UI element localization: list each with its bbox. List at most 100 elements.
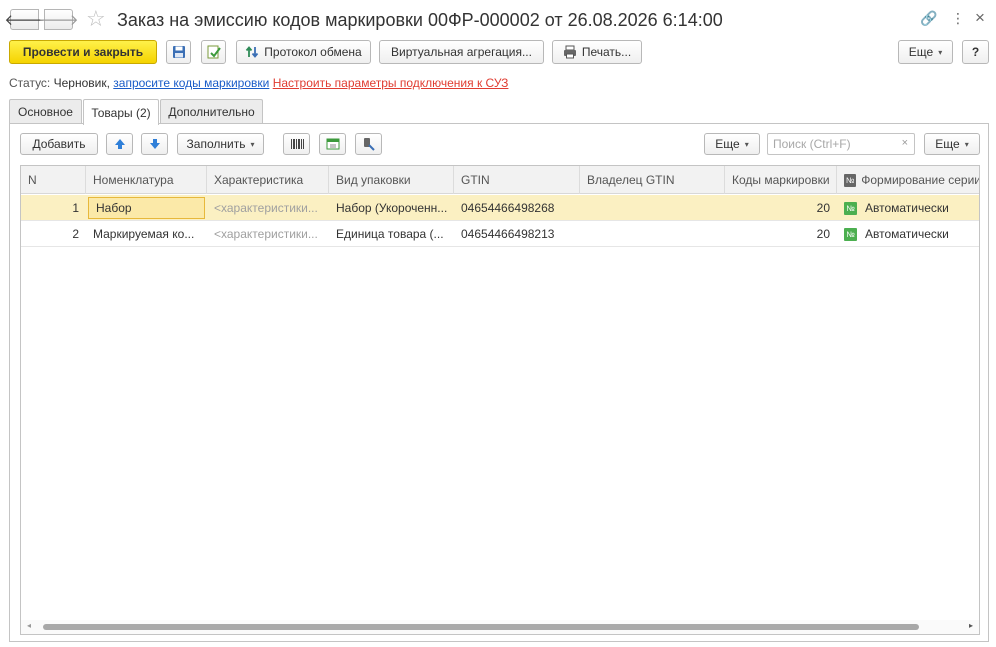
arrow-up-icon	[114, 139, 125, 149]
panel-more-button[interactable]: Еще ▾	[704, 133, 760, 155]
back-button[interactable]: 🡐	[4, 9, 45, 30]
add-label: Добавить	[32, 137, 86, 151]
virtual-aggregation-button[interactable]: Виртуальная агрегация...	[379, 40, 544, 64]
exchange-log-button[interactable]: Протокол обмена	[236, 40, 371, 64]
scanner-button[interactable]	[355, 133, 382, 155]
tab-additional[interactable]: Дополнительно	[160, 99, 263, 124]
cell-gtin[interactable]: 04654466498268	[454, 195, 580, 221]
tab-additional-label: Дополнительно	[168, 105, 255, 119]
column-header-gtin-owner[interactable]: Владелец GTIN	[580, 166, 725, 194]
exchange-icon	[246, 46, 259, 58]
help-button[interactable]: ?	[962, 40, 989, 64]
column-header-characteristic[interactable]: Характеристика	[207, 166, 329, 194]
close-icon[interactable]: ×	[975, 8, 985, 28]
cell-gtin-owner[interactable]	[580, 195, 725, 221]
arrow-right-icon: 🡒	[38, 12, 79, 29]
dropdown-caret-icon: ▾	[744, 139, 749, 149]
more-button[interactable]: Еще ▾	[898, 40, 953, 64]
goods-table: N Номенклатура Характеристика Вид упаков…	[20, 165, 980, 635]
more-menu-icon[interactable]: ⋮	[951, 10, 965, 27]
horizontal-scrollbar[interactable]: ◂ ▸	[21, 620, 979, 634]
scanner-icon	[363, 138, 375, 151]
clear-search-icon[interactable]: ×	[902, 137, 908, 149]
cell-n: 1	[72, 201, 79, 215]
number-badge-icon: №	[844, 227, 857, 241]
fill-button[interactable]: Заполнить ▾	[177, 133, 264, 155]
cell-package[interactable]: Набор (Укороченн...	[329, 195, 454, 221]
link-icon[interactable]: 🔗	[920, 10, 937, 27]
exchange-log-label: Протокол обмена	[264, 45, 362, 59]
number-badge-icon: №	[844, 201, 857, 215]
dropdown-caret-icon: ▾	[938, 47, 943, 57]
select-goods-button[interactable]	[319, 133, 346, 155]
cell-series-label: Автоматически	[865, 227, 949, 241]
post-document-icon	[207, 45, 221, 59]
tab-main-label: Основное	[18, 105, 73, 119]
cell-gtin-owner[interactable]	[580, 221, 725, 247]
post-button[interactable]	[201, 40, 226, 64]
print-button[interactable]: Печать...	[552, 40, 642, 64]
forward-button[interactable]: 🡒	[38, 9, 79, 30]
cell-series[interactable]: № Автоматически	[837, 221, 979, 247]
dropdown-caret-icon: ▾	[250, 139, 255, 149]
column-header-series[interactable]: № Формирование серии	[837, 166, 980, 194]
cell-package[interactable]: Единица товара (...	[329, 221, 454, 247]
cell-series[interactable]: № Автоматически	[837, 195, 979, 221]
cell-nomenclature[interactable]: Маркируемая ко...	[86, 221, 207, 247]
title-bar: 🡐 🡒 ☆ Заказ на эмиссию кодов маркировки …	[0, 0, 996, 40]
search-input[interactable]: Поиск (Ctrl+F) ×	[767, 133, 915, 155]
page-title: Заказ на эмиссию кодов маркировки 00ФР-0…	[117, 10, 723, 30]
post-and-close-label: Провести и закрыть	[22, 45, 144, 59]
favorite-star-icon[interactable]: ☆	[86, 6, 106, 32]
save-button[interactable]	[166, 40, 191, 64]
barcode-button[interactable]	[283, 133, 310, 155]
add-button[interactable]: Добавить	[20, 133, 98, 155]
column-header-gtin[interactable]: GTIN	[454, 166, 580, 194]
cell-characteristic[interactable]: <характеристики...	[207, 221, 329, 247]
tab-main[interactable]: Основное	[9, 99, 82, 124]
column-header-marking-codes[interactable]: Коды маркировки	[725, 166, 837, 194]
table-row[interactable]: 1 Набор <характеристики... Набор (Укороч…	[21, 195, 979, 221]
cell-n: 2	[72, 227, 79, 241]
printer-icon	[563, 45, 576, 59]
move-up-button[interactable]	[106, 133, 133, 155]
barcode-icon	[290, 139, 304, 149]
column-header-n[interactable]: N	[21, 166, 86, 194]
more-label: Еще	[908, 45, 934, 59]
tab-goods[interactable]: Товары (2)	[83, 99, 159, 125]
column-header-package[interactable]: Вид упаковки	[329, 166, 454, 194]
main-toolbar: Провести и закрыть Протокол обмена Вирту…	[0, 40, 996, 68]
scrollbar-thumb[interactable]	[43, 624, 919, 630]
status-line: Статус: Черновик, запросите коды маркиро…	[9, 76, 508, 90]
dropdown-caret-icon: ▾	[964, 139, 969, 149]
status-value: Черновик,	[53, 76, 110, 90]
search-placeholder: Поиск (Ctrl+F)	[773, 137, 851, 151]
status-label: Статус:	[9, 76, 51, 90]
cell-nomenclature[interactable]: Набор	[88, 197, 205, 219]
cell-characteristic[interactable]: <характеристики...	[207, 195, 329, 221]
save-icon	[172, 46, 185, 58]
help-label: ?	[971, 45, 980, 59]
fill-label: Заполнить	[186, 137, 246, 151]
panel-toolbar: Добавить Заполнить ▾ Еще ▾ Поиск (Ctrl+F…	[10, 133, 988, 155]
tab-goods-label: Товары (2)	[91, 105, 151, 120]
scroll-right-icon[interactable]: ▸	[969, 621, 973, 630]
print-label: Печать...	[581, 45, 632, 59]
cell-series-label: Автоматически	[865, 201, 949, 215]
arrow-down-icon	[149, 139, 160, 149]
cell-marking-codes[interactable]: 20	[725, 195, 837, 221]
suz-settings-link[interactable]: Настроить параметры подключения к СУЗ	[273, 76, 509, 90]
post-and-close-button[interactable]: Провести и закрыть	[9, 40, 157, 64]
request-codes-link[interactable]: запросите коды маркировки	[113, 76, 269, 90]
search-more-button[interactable]: Еще ▾	[924, 133, 980, 155]
column-header-series-label: Формирование серии	[861, 173, 980, 187]
cell-marking-codes[interactable]: 20	[725, 221, 837, 247]
cell-gtin[interactable]: 04654466498213	[454, 221, 580, 247]
virtual-aggregation-label: Виртуальная агрегация...	[391, 45, 532, 59]
column-header-nomenclature[interactable]: Номенклатура	[86, 166, 207, 194]
table-row[interactable]: 2 Маркируемая ко... <характеристики... Е…	[21, 221, 979, 247]
table-select-icon	[326, 138, 339, 150]
move-down-button[interactable]	[141, 133, 168, 155]
table-header: N Номенклатура Характеристика Вид упаков…	[21, 166, 980, 194]
scroll-left-icon[interactable]: ◂	[27, 621, 31, 630]
